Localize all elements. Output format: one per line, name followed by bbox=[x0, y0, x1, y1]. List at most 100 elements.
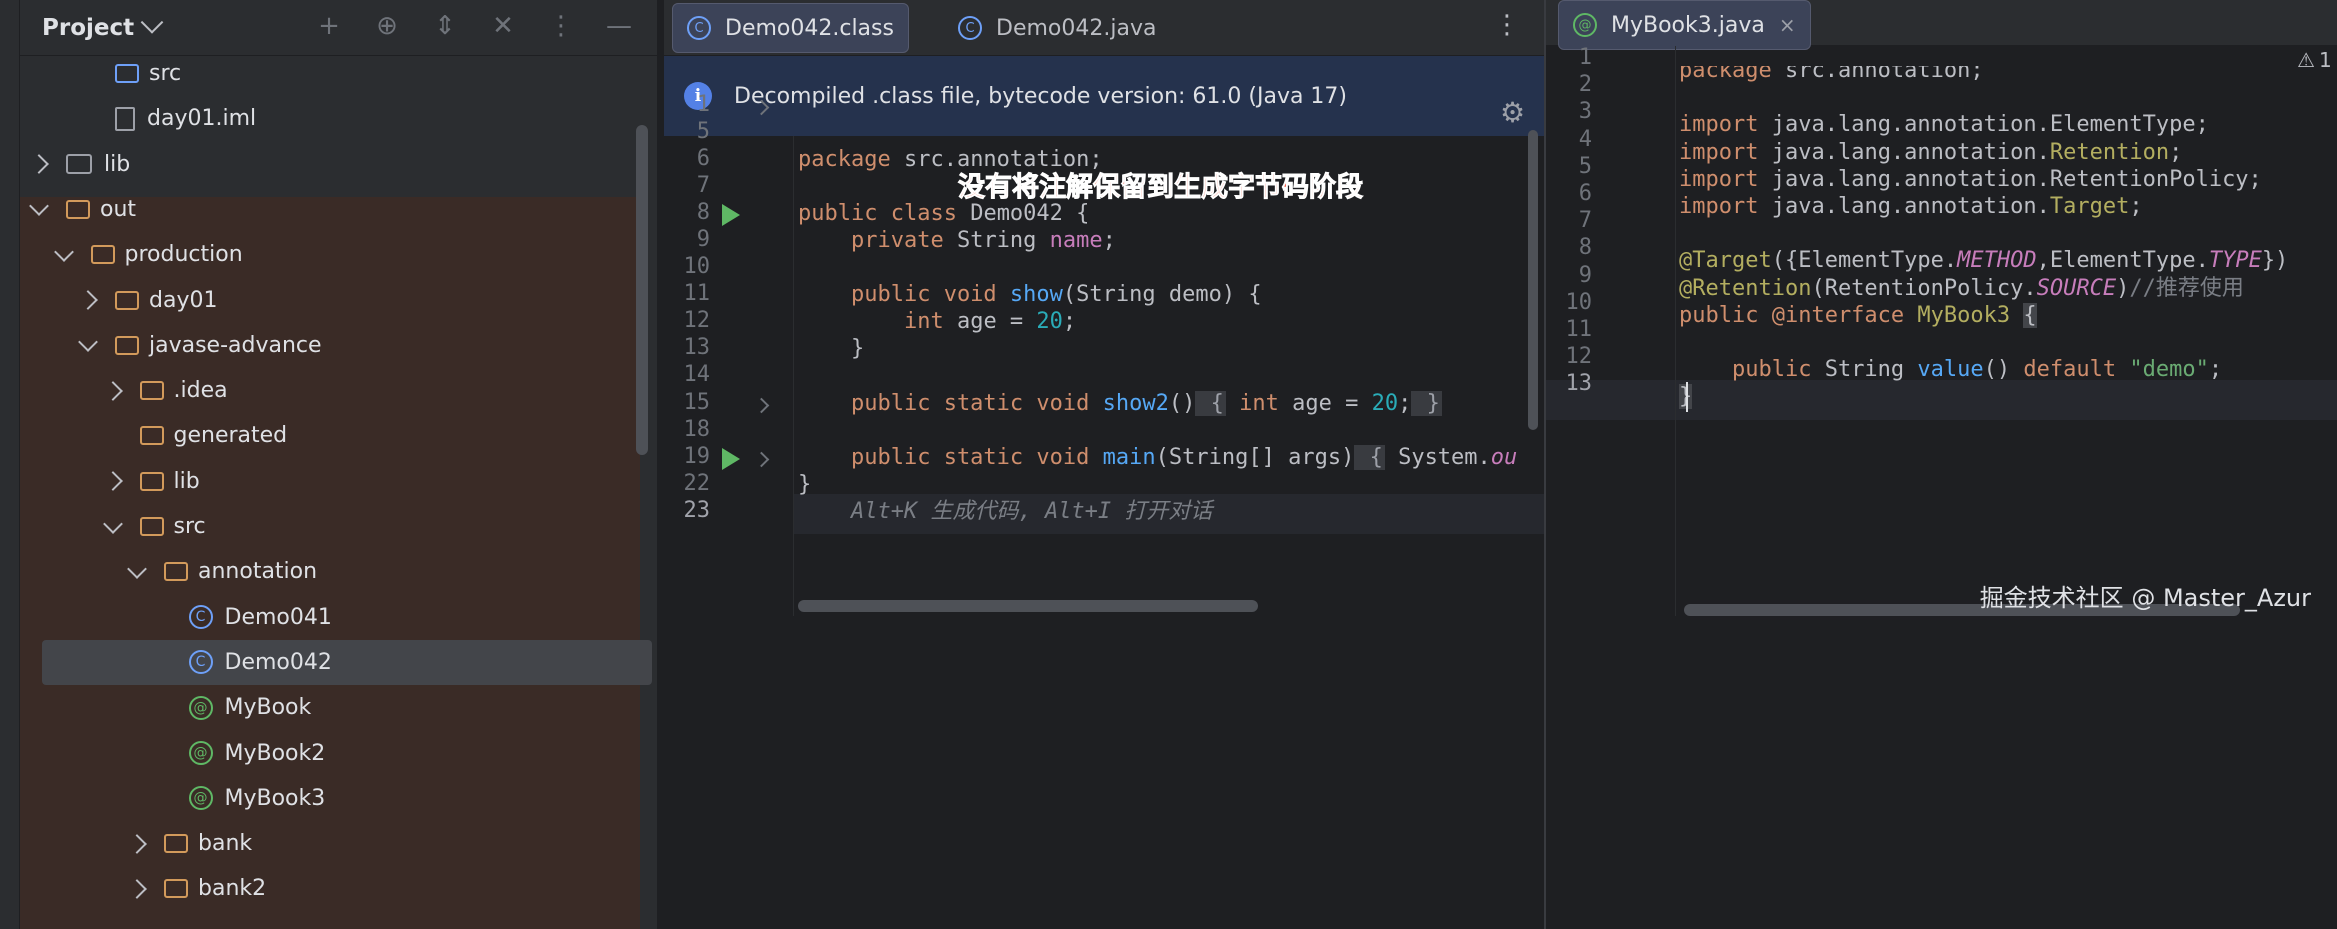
tab-mybook3-java[interactable]: @ MyBook3.java × bbox=[1558, 0, 1811, 50]
warning-indicator[interactable]: ⚠ 1 bbox=[2293, 48, 2332, 72]
tree-item[interactable]: out bbox=[20, 187, 640, 232]
folder-icon bbox=[164, 879, 188, 899]
tree-item[interactable]: javase-advance bbox=[20, 323, 640, 368]
tree-item-label: day01 bbox=[149, 287, 218, 313]
tree-item-label: MyBook bbox=[224, 695, 312, 721]
tree-item-label: lib bbox=[173, 468, 200, 494]
tab-demo042-java[interactable]: C Demo042.java bbox=[944, 3, 1170, 53]
line-number: 8 bbox=[696, 200, 710, 225]
tab-label: Demo042.java bbox=[996, 15, 1157, 41]
code-area[interactable]: /.../ package src.annotation; public cla… bbox=[798, 136, 1544, 929]
expand-all-icon[interactable]: ⇕ bbox=[429, 10, 461, 42]
more-tabs-icon[interactable]: ⋮ bbox=[1494, 10, 1520, 40]
tree-item[interactable]: day01.iml bbox=[20, 96, 640, 141]
project-scrollbar[interactable] bbox=[636, 125, 648, 455]
editor-vertical-scrollbar[interactable] bbox=[1528, 130, 1538, 430]
banner-text: Decompiled .class file, bytecode version… bbox=[734, 83, 1348, 109]
annotation-icon: @ bbox=[188, 741, 213, 765]
source-editor: @ MyBook3.java × 1 2 3 4 5 6 7 8 9 10 11 12 13 packa… bbox=[1546, 0, 2337, 929]
line-number: 13 bbox=[683, 335, 711, 360]
tree-item[interactable]: day01 bbox=[20, 278, 640, 323]
tree-item[interactable]: bank bbox=[20, 821, 640, 866]
chevron-down-icon[interactable] bbox=[127, 558, 147, 579]
tree-item-label: src bbox=[149, 61, 182, 86]
annotation-icon: @ bbox=[188, 695, 213, 720]
tree-item-label: out bbox=[100, 196, 137, 222]
tab-label: MyBook3.java bbox=[1611, 12, 1765, 38]
tree-item[interactable]: @ MyBook bbox=[20, 685, 640, 730]
line-number-gutter: 1 2 3 4 5 6 7 8 9 10 11 12 13 bbox=[1546, 45, 1676, 616]
chevron-right-icon[interactable] bbox=[102, 380, 123, 401]
line-number: 4 bbox=[1578, 126, 1592, 152]
folder-icon bbox=[139, 517, 164, 536]
tree-item-label: production bbox=[124, 242, 243, 268]
tree-item[interactable]: src bbox=[20, 504, 640, 549]
code-line-12: public String value() default "demo"; bbox=[1679, 357, 2223, 383]
line-number: 14 bbox=[683, 362, 711, 387]
file-icon bbox=[115, 106, 135, 131]
tree-item-label: MyBook3 bbox=[224, 785, 326, 811]
gear-icon[interactable]: ⚙ bbox=[1500, 96, 1525, 129]
line-number: 15 bbox=[683, 390, 711, 415]
folder-icon bbox=[115, 335, 139, 355]
run-icon[interactable] bbox=[722, 204, 740, 226]
line-number: 1 bbox=[1578, 45, 1592, 70]
more-options-icon[interactable]: ⋮ bbox=[545, 10, 577, 42]
code-line-15: public static void show2() { int age = 2… bbox=[798, 391, 1442, 416]
tree-item[interactable]: bank2 bbox=[20, 866, 640, 911]
tree-item-label: src bbox=[173, 514, 206, 539]
add-icon[interactable]: + bbox=[313, 10, 345, 42]
project-toolbar: + ⊕ ⇕ ✕ ⋮ — bbox=[313, 10, 635, 42]
chevron-right-icon[interactable] bbox=[78, 290, 98, 310]
fold-icon[interactable] bbox=[753, 451, 770, 468]
tree-item[interactable]: generated bbox=[20, 413, 640, 458]
line-number: 10 bbox=[683, 254, 711, 279]
chevron-right-icon[interactable] bbox=[29, 154, 49, 174]
locate-icon[interactable]: ⊕ bbox=[371, 10, 403, 42]
project-title[interactable]: Project bbox=[42, 15, 134, 41]
line-number: 7 bbox=[696, 173, 710, 198]
tree-item[interactable]: .idea bbox=[20, 368, 640, 413]
tree-item[interactable]: C Demo041 bbox=[20, 595, 640, 640]
line-number: 5 bbox=[696, 119, 710, 144]
chevron-down-icon[interactable] bbox=[29, 196, 49, 217]
chevron-down-icon[interactable] bbox=[53, 241, 74, 262]
tree-item[interactable]: lib bbox=[20, 142, 640, 187]
collapse-all-icon[interactable]: ✕ bbox=[487, 10, 519, 42]
tree-item[interactable]: @ MyBook3 bbox=[20, 776, 640, 821]
warning-count: 1 bbox=[2318, 48, 2332, 72]
code-line-13: } bbox=[1679, 377, 1693, 417]
editor-horizontal-scrollbar[interactable] bbox=[798, 600, 1258, 612]
chevron-down-icon[interactable] bbox=[102, 513, 123, 534]
chevron-right-icon[interactable] bbox=[102, 471, 123, 492]
tab-demo042-class[interactable]: C Demo042.class bbox=[672, 3, 909, 53]
folder-icon bbox=[139, 381, 164, 401]
tree-item[interactable]: lib bbox=[20, 459, 640, 504]
chevron-down-icon[interactable] bbox=[140, 10, 164, 34]
line-number: 10 bbox=[1565, 289, 1593, 315]
code-area[interactable]: package src.annotation; import java.lang… bbox=[1679, 66, 2337, 929]
chevron-right-icon[interactable] bbox=[127, 878, 147, 899]
annotation-note: 没有将注解保留到生成字节码阶段 bbox=[958, 172, 1364, 204]
tree-item[interactable]: C Demo042 bbox=[42, 639, 652, 685]
line-number: 13 bbox=[1565, 371, 1593, 397]
line-number: 23 bbox=[683, 498, 711, 523]
class-icon: C bbox=[687, 16, 711, 40]
chevron-right-icon[interactable] bbox=[127, 833, 147, 854]
fold-icon[interactable] bbox=[753, 397, 770, 414]
tree-item[interactable]: src bbox=[20, 51, 640, 96]
annotation-icon: @ bbox=[188, 786, 213, 811]
chevron-down-icon[interactable] bbox=[78, 332, 98, 353]
tree-item-label: Demo041 bbox=[224, 604, 332, 630]
text-caret bbox=[1686, 382, 1689, 413]
code-line-6: import java.lang.annotation.Target; bbox=[1679, 194, 2143, 219]
tree-item[interactable]: annotation bbox=[20, 549, 640, 594]
hide-icon[interactable]: — bbox=[603, 10, 635, 42]
tree-item[interactable]: production bbox=[20, 232, 640, 277]
close-icon[interactable]: × bbox=[1779, 13, 1796, 37]
line-number: 1 bbox=[696, 92, 710, 117]
tree-item[interactable]: @ MyBook2 bbox=[20, 731, 640, 776]
line-number: 12 bbox=[683, 308, 711, 333]
middle-tab-bar: C Demo042.class C Demo042.java ⋮ bbox=[664, 0, 1544, 56]
run-icon[interactable] bbox=[722, 448, 740, 470]
